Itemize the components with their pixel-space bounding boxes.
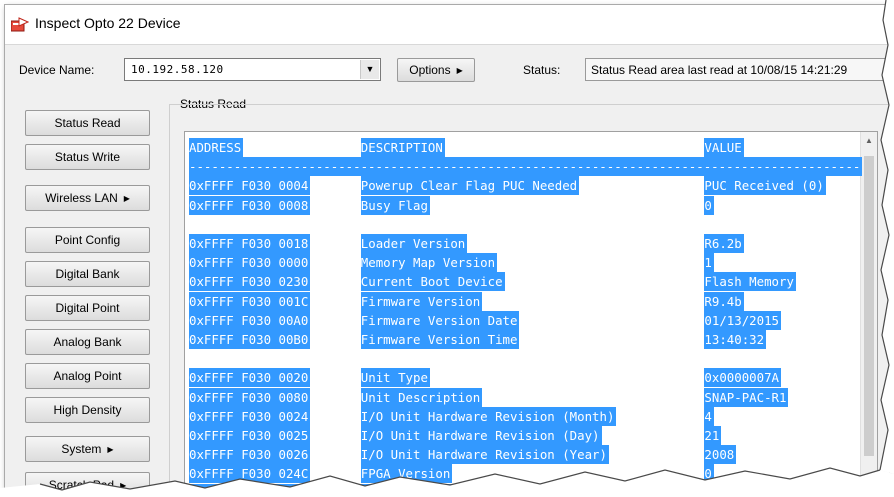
row-description: Installed Ram (360, 483, 460, 492)
row-value: 01/13/2015 (704, 310, 782, 330)
row-description: Loader Version (360, 234, 468, 253)
row-value: 4 (704, 406, 714, 426)
vertical-scrollbar[interactable]: ▲ (860, 132, 877, 492)
sidebar-item-label: System (61, 442, 102, 456)
status-label: Status: (523, 63, 561, 77)
sidebar-item-digital-point[interactable]: Digital Point (25, 295, 150, 321)
row-description: Unit Type (360, 368, 430, 388)
row-description: Firmware Version (360, 291, 483, 311)
status-field: Status Read area last read at 10/08/15 1… (585, 58, 887, 81)
status-value: Status Read area last read at 10/08/15 1… (591, 63, 848, 77)
sidebar-item-label: Digital Bank (55, 267, 120, 281)
row-description: I/O Unit Hardware Revision (Day) (360, 426, 602, 445)
column-header-description: DESCRIPTION (360, 138, 445, 157)
chevron-right-icon: ▶ (120, 481, 127, 490)
separator-line: ----------------------------------------… (189, 157, 863, 177)
row-description: Busy Flag (360, 195, 430, 215)
row-address: 0xFFFF F030 024C (189, 464, 311, 484)
sidebar-item-analog-point[interactable]: Analog Point (25, 363, 150, 389)
row-address: 0xFFFF F030 0008 (189, 195, 311, 215)
row-description: Unit Description (360, 387, 483, 407)
column-header-address: ADDRESS (189, 138, 244, 157)
chevron-right-icon: ▶ (107, 445, 114, 454)
sidebar-item-label: Digital Point (55, 301, 120, 315)
row-value: R6.2b (704, 234, 744, 253)
row-description: Memory Map Version (360, 253, 498, 273)
row-description: I/O Unit Hardware Revision (Year) (360, 445, 609, 465)
row-address: 0xFFFF F030 0230 (189, 272, 311, 292)
sidebar-item-status-read[interactable]: Status Read (25, 110, 150, 136)
sidebar-item-status-write[interactable]: Status Write (25, 144, 150, 170)
row-value: 2008 (704, 445, 737, 465)
row-description: Powerup Clear Flag PUC Needed (360, 176, 580, 196)
row-value: 13:40:32 (704, 330, 767, 349)
device-name-combobox[interactable]: 10.192.58.120 ▼ (124, 58, 381, 81)
row-description: I/O Unit Hardware Revision (Month) (360, 406, 617, 426)
row-value: PUC Received (0) (704, 176, 826, 196)
row-value: 0 (704, 464, 714, 484)
row-address: 0xFFFF F030 00B0 (189, 330, 311, 349)
sidebar-item-label: Status Read (54, 116, 121, 130)
row-description: Firmware Version Time (360, 330, 520, 349)
row-value: R9.4b (704, 291, 744, 311)
row-value: 0x0000007A (704, 368, 782, 388)
sidebar-item-label: Status Write (54, 150, 121, 164)
row-value: 1 (704, 253, 714, 273)
sidebar-item-label: Wireless LAN (45, 191, 118, 205)
sidebar-item-label: High Density (53, 403, 122, 417)
scroll-thumb[interactable] (864, 156, 874, 456)
sidebar-item-label: Analog Bank (53, 335, 122, 349)
row-description: Firmware Version Date (360, 310, 520, 330)
row-value: 21 (704, 426, 722, 445)
row-address: 0xFFFF F030 0025 (189, 426, 311, 445)
inspect-window: Inspect Opto 22 Device Device Name: 10.1… (4, 4, 890, 493)
options-label: Options (409, 63, 451, 77)
sidebar-item-high-density[interactable]: High Density (25, 397, 150, 423)
options-button[interactable]: Options ▶ (397, 58, 475, 82)
sidebar-item-label: Analog Point (53, 369, 122, 383)
status-read-list[interactable]: ▲ ADDRESS DESCRIPTION VALUE ---------------… (184, 131, 878, 492)
row-description: FPGA Version (360, 464, 453, 484)
sidebar-item-point-config[interactable]: Point Config (25, 227, 150, 253)
sidebar-item-label: Point Config (54, 233, 121, 247)
device-name-value: 10.192.58.120 (131, 63, 224, 76)
chevron-down-icon[interactable]: ▼ (360, 60, 379, 79)
scroll-up-icon[interactable]: ▲ (861, 132, 877, 149)
row-value: Flash Memory (704, 272, 796, 292)
row-address: 0xFFFF F030 0018 (189, 234, 311, 253)
sidebar-item-system[interactable]: System ▶ (25, 436, 150, 462)
row-address: 0xFFFF F030 001C (189, 291, 311, 311)
window-title: Inspect Opto 22 Device (35, 15, 181, 31)
row-address: 0xFFFF F030 0000 (189, 253, 311, 273)
row-address: 0xFFFF F030 0028 (189, 483, 311, 492)
row-address: 0xFFFF F030 0080 (189, 387, 311, 407)
sidebar-item-label: Scratch Pad (48, 478, 115, 492)
chevron-right-icon: ▶ (123, 194, 130, 203)
sidebar-item-wireless-lan[interactable]: Wireless LAN ▶ (25, 185, 150, 211)
row-address: 0xFFFF F030 0026 (189, 445, 311, 465)
sidebar-item-digital-bank[interactable]: Digital Bank (25, 261, 150, 287)
sidebar-item-scratch-pad[interactable]: Scratch Pad ▶ (25, 472, 150, 492)
device-arrow-icon (11, 17, 29, 32)
row-address: 0xFFFF F030 00A0 (189, 310, 311, 330)
title-bar[interactable]: Inspect Opto 22 Device (5, 5, 889, 45)
row-value: SNAP-PAC-R1 (704, 387, 789, 407)
row-address: 0xFFFF F030 0024 (189, 406, 311, 426)
row-value: 0 (704, 195, 714, 215)
row-description: Current Boot Device (360, 272, 505, 292)
chevron-right-icon: ▶ (456, 66, 463, 75)
column-header-value: VALUE (704, 138, 744, 157)
row-address: 0xFFFF F030 0004 (189, 176, 311, 196)
device-name-label: Device Name: (19, 63, 95, 77)
sidebar-item-analog-bank[interactable]: Analog Bank (25, 329, 150, 355)
row-address: 0xFFFF F030 0020 (189, 368, 311, 388)
